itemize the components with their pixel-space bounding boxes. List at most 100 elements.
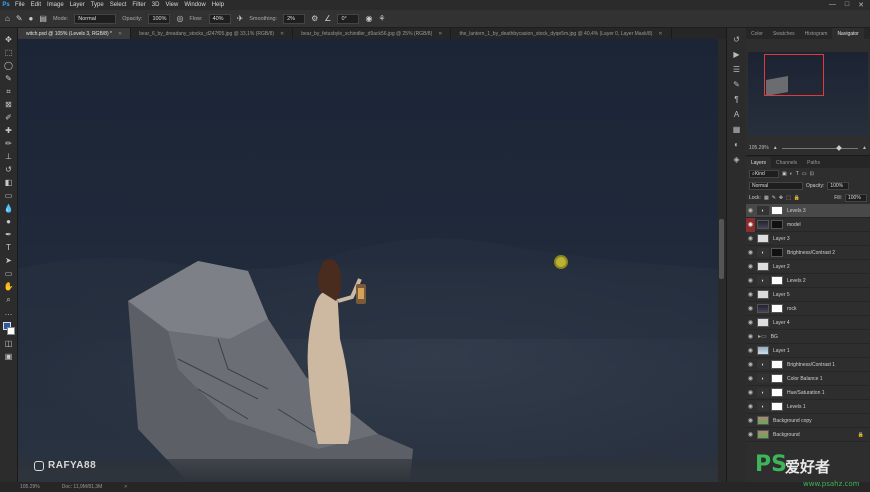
close-icon[interactable]: ✕ xyxy=(280,31,284,37)
folder-icon[interactable]: ▸▭ xyxy=(758,333,767,340)
layer-row[interactable]: ◉ Layer 2 xyxy=(746,260,870,274)
menu-view[interactable]: View xyxy=(162,2,181,8)
mode-select[interactable]: Normal xyxy=(74,13,117,24)
lock-all-icon[interactable]: 🔒 xyxy=(794,195,800,201)
adjustment-layer-icon[interactable]: ◐ xyxy=(757,360,769,369)
zoom-slider-knob[interactable] xyxy=(835,144,842,151)
layer-thumbnail[interactable] xyxy=(757,234,769,243)
zoom-readout[interactable]: 105.29% xyxy=(20,484,40,490)
layer-thumbnail[interactable] xyxy=(757,346,769,355)
layer-mask-thumbnail[interactable] xyxy=(771,220,783,229)
layer-mask-thumbnail[interactable] xyxy=(771,402,783,411)
pressure-opacity-icon[interactable]: ◎ xyxy=(176,14,183,23)
layer-row[interactable]: ◉ Layer 1 xyxy=(746,344,870,358)
layer-row[interactable]: ◉ ◐ Levels 3 xyxy=(746,204,870,218)
gear-icon[interactable]: ⚙ xyxy=(311,14,318,23)
document-tab[interactable]: witch.psd @ 105% (Levels 3, RGB/8) * ✕ xyxy=(18,28,132,39)
layer-row[interactable]: ◉ rock xyxy=(746,302,870,316)
brush-preset-icon[interactable]: ● xyxy=(29,14,34,23)
visibility-eye-icon[interactable]: ◉ xyxy=(746,431,755,438)
visibility-eye-icon[interactable]: ◉ xyxy=(746,375,755,382)
airbrush-icon[interactable]: ✈ xyxy=(237,14,244,23)
layer-mask-thumbnail[interactable] xyxy=(771,248,783,257)
history-icon[interactable]: ↺ xyxy=(732,34,742,44)
symmetry-icon[interactable]: ⚘ xyxy=(378,14,385,23)
layer-mask-thumbnail[interactable] xyxy=(771,206,783,215)
tab-paths[interactable]: Paths xyxy=(802,157,825,168)
visibility-eye-icon[interactable]: ◉ xyxy=(746,291,755,298)
frame-tool-icon[interactable]: ⊠ xyxy=(3,99,15,110)
layer-mask-thumbnail[interactable] xyxy=(771,374,783,383)
maximize-icon[interactable]: □ xyxy=(845,1,849,9)
layer-row[interactable]: ◉ ◐ Brightness/Contrast 1 xyxy=(746,358,870,372)
visibility-eye-icon[interactable]: ◉ xyxy=(746,277,755,284)
path-select-tool-icon[interactable]: ➤ xyxy=(3,255,15,266)
layer-filter-select[interactable]: ⌕ Kind xyxy=(749,170,779,178)
brush-tool-icon[interactable]: ✏ xyxy=(3,138,15,149)
crop-tool-icon[interactable]: ⌗ xyxy=(3,86,15,97)
glyphs-icon[interactable]: A xyxy=(732,109,742,119)
filter-type-icon[interactable]: T xyxy=(796,171,799,177)
visibility-eye-icon[interactable]: ◉ xyxy=(746,217,755,232)
adjustment-layer-icon[interactable]: ◐ xyxy=(757,388,769,397)
menu-filter[interactable]: Filter xyxy=(129,2,148,8)
tab-layers[interactable]: Layers xyxy=(746,157,772,168)
document-tab[interactable]: the_lantern_1_by_deathbycasion_stock_dyq… xyxy=(451,28,672,39)
background-color-swatch[interactable] xyxy=(6,327,15,335)
layer-opacity-field[interactable]: 100% xyxy=(827,182,850,190)
visibility-eye-icon[interactable]: ◉ xyxy=(746,319,755,326)
brush-settings-icon[interactable]: ▤ xyxy=(39,14,47,23)
healing-brush-tool-icon[interactable]: ✚ xyxy=(3,125,15,136)
color-swatches[interactable] xyxy=(2,322,15,336)
visibility-eye-icon[interactable]: ◉ xyxy=(746,263,755,270)
dodge-tool-icon[interactable]: ● xyxy=(3,216,15,227)
layer-row[interactable]: ◉ model xyxy=(746,217,870,232)
layer-thumbnail[interactable] xyxy=(757,416,769,425)
close-icon[interactable]: ✕ xyxy=(858,1,864,9)
tab-histogram[interactable]: Histogram xyxy=(800,28,833,39)
layer-row[interactable]: ◉ ▸▭ BG xyxy=(746,330,870,344)
lock-transparent-icon[interactable]: ▦ xyxy=(764,195,769,201)
layer-row[interactable]: ◉ ◐ Hue/Saturation 1 xyxy=(746,386,870,400)
adjustments-icon[interactable]: ◐ xyxy=(732,139,742,149)
layer-row[interactable]: ◉ ◐ Levels 2 xyxy=(746,274,870,288)
layer-row[interactable]: ◉ Layer 4 xyxy=(746,316,870,330)
status-menu-arrow[interactable]: > xyxy=(124,484,127,490)
layer-row[interactable]: ◉ Layer 5 xyxy=(746,288,870,302)
zoom-in-icon[interactable]: ▲ xyxy=(862,145,867,151)
screen-mode-icon[interactable]: ▣ xyxy=(3,351,15,362)
marquee-tool-icon[interactable]: ⬚ xyxy=(3,47,15,58)
visibility-eye-icon[interactable]: ◉ xyxy=(746,417,755,424)
layer-row[interactable]: ◉ Layer 3 xyxy=(746,232,870,246)
pen-tool-icon[interactable]: ✒ xyxy=(3,229,15,240)
menu-help[interactable]: Help xyxy=(209,2,227,8)
zoom-tool-icon[interactable]: ⌕ xyxy=(3,294,15,305)
brush-tool-icon[interactable]: ✎ xyxy=(16,14,23,23)
tab-channels[interactable]: Channels xyxy=(771,157,802,168)
paragraph-icon[interactable]: ¶ xyxy=(732,94,742,104)
document-canvas[interactable]: RAFYA88 xyxy=(18,39,718,482)
tab-color[interactable]: Color xyxy=(746,28,768,39)
document-tab[interactable]: bear_by_fetusbyle_schindler_d9ack56.jpg … xyxy=(293,28,452,39)
flow-field[interactable]: 40% xyxy=(208,13,231,24)
menu-select[interactable]: Select xyxy=(107,2,130,8)
lock-paint-icon[interactable]: ✎ xyxy=(772,195,776,201)
layer-fill-field[interactable]: 100% xyxy=(845,194,867,202)
more-tools-icon[interactable]: … xyxy=(3,307,15,318)
navigator-preview[interactable] xyxy=(748,52,868,136)
angle-field[interactable]: 0° xyxy=(337,13,360,24)
gradient-tool-icon[interactable]: ▭ xyxy=(3,190,15,201)
layer-mask-thumbnail[interactable] xyxy=(771,388,783,397)
tab-swatches[interactable]: Swatches xyxy=(768,28,800,39)
filter-adjustment-icon[interactable]: ◐ xyxy=(790,171,793,177)
opacity-field[interactable]: 100% xyxy=(148,13,171,24)
layer-thumbnail[interactable] xyxy=(757,290,769,299)
menu-image[interactable]: Image xyxy=(44,2,67,8)
layer-mask-thumbnail[interactable] xyxy=(771,360,783,369)
filter-pixel-icon[interactable]: ▣ xyxy=(782,171,787,177)
navigator-zoom-value[interactable]: 105.29% xyxy=(749,145,769,151)
history-brush-tool-icon[interactable]: ↺ xyxy=(3,164,15,175)
properties-icon[interactable]: ☰ xyxy=(732,64,742,74)
visibility-eye-icon[interactable]: ◉ xyxy=(746,403,755,410)
visibility-eye-icon[interactable]: ◉ xyxy=(746,305,755,312)
